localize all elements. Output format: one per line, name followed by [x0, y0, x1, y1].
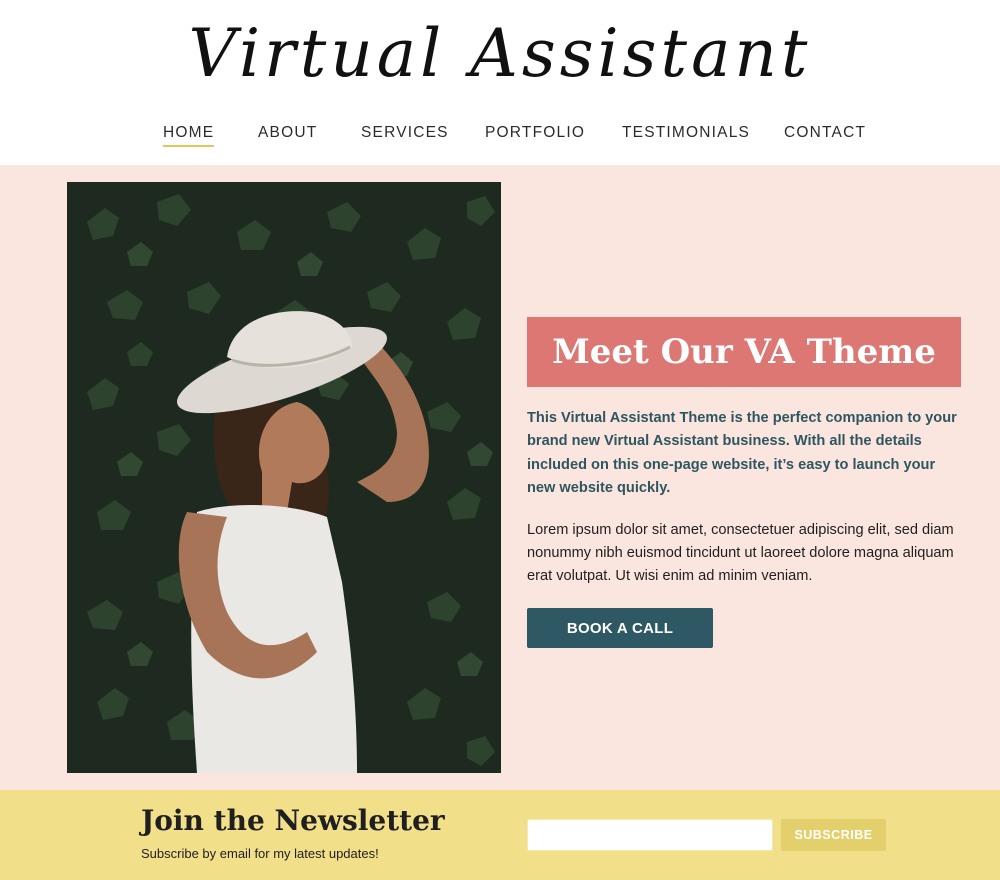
- headline-banner: Meet Our VA Theme: [527, 317, 961, 387]
- nav-item-testimonials[interactable]: TESTIMONIALS: [622, 122, 750, 144]
- newsletter-subtitle: Subscribe by email for my latest updates…: [141, 846, 379, 861]
- hero-section: Meet Our VA Theme This Virtual Assistant…: [0, 165, 1000, 790]
- subscribe-button[interactable]: SUBSCRIBE: [781, 819, 886, 851]
- hero-headline: Meet Our VA Theme: [552, 332, 936, 372]
- hero-body-text: Lorem ipsum dolor sit amet, consectetuer…: [527, 522, 954, 585]
- site-header: Virtual Assistant HOME ABOUT SERVICES PO…: [0, 0, 1000, 165]
- book-a-call-button[interactable]: BOOK A CALL: [527, 608, 713, 648]
- nav-item-home[interactable]: HOME: [163, 122, 215, 147]
- nav-item-services[interactable]: SERVICES: [361, 122, 449, 144]
- nav-item-about[interactable]: ABOUT: [258, 122, 317, 144]
- nav-item-portfolio[interactable]: PORTFOLIO: [485, 122, 585, 144]
- newsletter-title: Join the Newsletter: [141, 804, 445, 837]
- hero-photo-illustration: [67, 182, 501, 773]
- hero-photo: [67, 182, 501, 773]
- newsletter-section: Join the Newsletter Subscribe by email f…: [0, 790, 1000, 880]
- hero-intro-text: This Virtual Assistant Theme is the perf…: [527, 410, 957, 496]
- site-logo[interactable]: Virtual Assistant: [0, 4, 1000, 104]
- main-nav: HOME ABOUT SERVICES PORTFOLIO TESTIMONIA…: [0, 122, 1000, 152]
- newsletter-email-input[interactable]: [527, 819, 773, 851]
- nav-item-contact[interactable]: CONTACT: [784, 122, 866, 144]
